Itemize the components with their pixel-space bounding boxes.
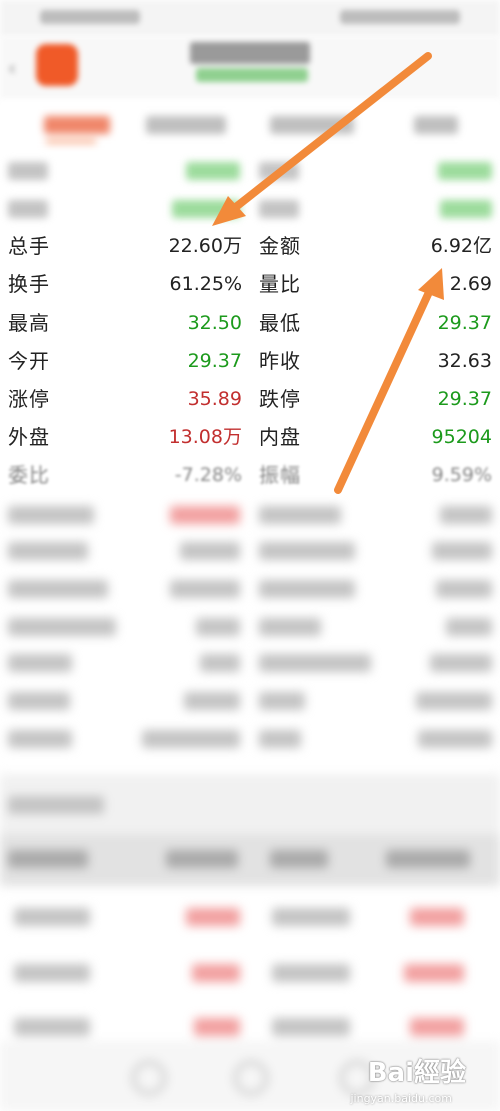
tab-4[interactable] bbox=[414, 116, 458, 134]
stat-value: 95204 bbox=[431, 426, 492, 448]
stat-label: 量比 bbox=[259, 272, 301, 296]
stat-row-outer-inner: 外盘 13.08万 内盘 95204 bbox=[0, 418, 500, 456]
app-logo bbox=[36, 44, 78, 86]
watermark-site: jingyan.baidu.com bbox=[350, 1092, 452, 1105]
blurred-lower-content bbox=[0, 494, 500, 1111]
stock-subtitle bbox=[196, 68, 308, 82]
nav-icon-2 bbox=[234, 1061, 268, 1095]
stat-label: 委比 bbox=[8, 463, 50, 487]
tab-3[interactable] bbox=[270, 116, 354, 134]
stat-value: 29.37 bbox=[187, 350, 242, 372]
tab-underline bbox=[46, 140, 96, 143]
stat-label: 最低 bbox=[259, 311, 301, 335]
stat-value: 32.63 bbox=[437, 350, 492, 372]
stat-value: 2.69 bbox=[449, 273, 492, 295]
tab-active[interactable] bbox=[44, 116, 110, 134]
stat-label: 振幅 bbox=[259, 463, 301, 487]
stat-row-volume: 总手 22.60万 金额 6.92亿 bbox=[0, 227, 500, 265]
status-time bbox=[40, 10, 140, 24]
stock-header: ‹ bbox=[0, 36, 500, 100]
stat-label: 涨停 bbox=[8, 387, 50, 411]
stat-row-turnover: 换手 61.25% 量比 2.69 bbox=[0, 265, 500, 303]
stat-row-high-low: 最高 32.50 最低 29.37 bbox=[0, 304, 500, 342]
status-bar bbox=[0, 0, 500, 36]
stat-label: 跌停 bbox=[259, 387, 301, 411]
tab-2[interactable] bbox=[146, 116, 226, 134]
stock-title bbox=[190, 42, 310, 64]
stat-value: 9.59% bbox=[431, 464, 492, 486]
stat-value: 32.50 bbox=[187, 312, 242, 334]
stat-value: 35.89 bbox=[187, 388, 242, 410]
back-icon[interactable]: ‹ bbox=[8, 58, 24, 78]
stat-row-open-close: 今开 29.37 昨收 32.63 bbox=[0, 342, 500, 380]
stat-value: 22.60万 bbox=[168, 235, 242, 257]
stat-label: 金额 bbox=[259, 234, 301, 258]
status-indicators bbox=[340, 10, 460, 24]
stat-label: 昨收 bbox=[259, 349, 301, 373]
stat-value: -7.28% bbox=[174, 464, 242, 486]
stat-value: 6.92亿 bbox=[430, 235, 492, 257]
stat-value: 61.25% bbox=[169, 273, 242, 295]
stat-row-limits: 涨停 35.89 跌停 29.37 bbox=[0, 380, 500, 418]
stat-label: 内盘 bbox=[259, 425, 301, 449]
stat-value: 29.37 bbox=[437, 388, 492, 410]
stat-label: 今开 bbox=[8, 349, 50, 373]
stat-label: 最高 bbox=[8, 311, 50, 335]
stat-label: 总手 bbox=[8, 234, 50, 258]
nav-icon-1 bbox=[132, 1061, 166, 1095]
blurred-stat-rows-top bbox=[0, 150, 500, 230]
stat-value: 29.37 bbox=[437, 312, 492, 334]
stat-label: 换手 bbox=[8, 272, 50, 296]
stat-value: 13.08万 bbox=[168, 426, 242, 448]
detail-tabs bbox=[0, 100, 500, 150]
stat-row-ratio-amplitude: 委比 -7.28% 振幅 9.59% bbox=[0, 456, 500, 494]
stat-label: 外盘 bbox=[8, 425, 50, 449]
watermark-logo: Bai經验 bbox=[367, 1058, 466, 1088]
